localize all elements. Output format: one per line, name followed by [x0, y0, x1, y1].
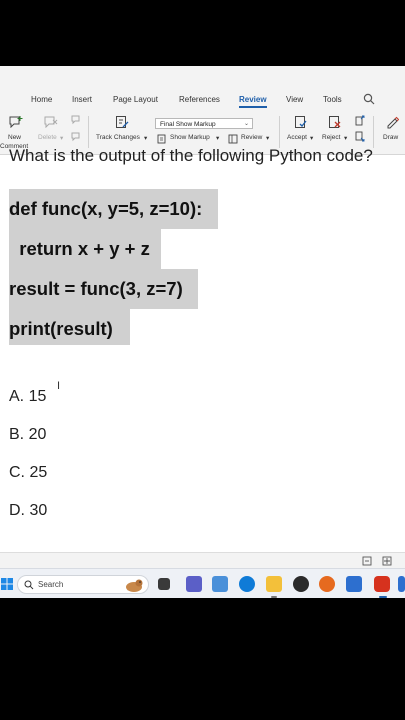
- teams-icon[interactable]: [186, 576, 202, 592]
- read-mode-icon[interactable]: [362, 556, 372, 566]
- tab-insert[interactable]: Insert: [72, 95, 92, 104]
- taskbar-search-box[interactable]: Search: [17, 575, 149, 594]
- app-window: Home Insert Page Layout References Revie…: [0, 66, 405, 598]
- show-markup-chevron-icon[interactable]: ▾: [216, 134, 219, 142]
- search-icon[interactable]: [363, 93, 375, 105]
- answer-option-b: B. 20: [9, 426, 47, 443]
- track-changes-label[interactable]: Track Changes: [96, 134, 140, 141]
- windows-start-icon[interactable]: [1, 578, 13, 590]
- tab-references[interactable]: References: [179, 95, 220, 104]
- chatgpt-app-icon[interactable]: [293, 576, 309, 592]
- taskbar: Search: [0, 568, 405, 598]
- accept-label[interactable]: Accept: [287, 134, 307, 141]
- search-icon: [24, 580, 34, 590]
- previous-change-icon[interactable]: [355, 115, 366, 126]
- ribbon-separator: [373, 116, 374, 148]
- answer-option-d: D. 30: [9, 502, 48, 519]
- tray-app-icon[interactable]: [398, 576, 405, 592]
- reject-icon[interactable]: [328, 115, 342, 129]
- firefox-icon[interactable]: [319, 576, 335, 592]
- question-text: What is the output of the following Pyth…: [9, 146, 373, 165]
- taskbar-search-placeholder: Search: [38, 580, 64, 589]
- show-markup-icon[interactable]: [157, 134, 167, 144]
- new-comment-icon[interactable]: [9, 116, 23, 128]
- review-pane-icon[interactable]: [228, 134, 238, 144]
- status-bar: [0, 552, 405, 569]
- answer-option-a: A. 15: [9, 388, 47, 405]
- previous-comment-icon: [71, 115, 80, 125]
- file-explorer-icon[interactable]: [266, 576, 282, 592]
- accept-chevron-icon[interactable]: ▾: [310, 134, 313, 142]
- track-changes-icon[interactable]: [115, 115, 129, 129]
- new-comment-label[interactable]: New: [8, 134, 21, 141]
- track-changes-chevron-icon[interactable]: ▾: [144, 134, 147, 142]
- answer-option-c: C. 25: [9, 464, 48, 481]
- code-line: return x + y + z: [9, 229, 161, 269]
- reject-chevron-icon[interactable]: ▾: [344, 134, 347, 142]
- show-markup-label[interactable]: Show Markup: [170, 134, 210, 141]
- next-comment-icon: [71, 132, 80, 142]
- draw-label[interactable]: Draw: [383, 134, 398, 141]
- edge-browser-icon[interactable]: [239, 576, 255, 592]
- tab-tools[interactable]: Tools: [323, 95, 342, 104]
- markup-mode-select[interactable]: Final Show Markup ⌄: [155, 118, 253, 129]
- document-page[interactable]: What is the output of the following Pyth…: [0, 146, 405, 580]
- ribbon-tab-bar: Home Insert Page Layout References Revie…: [0, 66, 405, 110]
- wps-office-icon[interactable]: [374, 576, 390, 592]
- review-pane-chevron-icon[interactable]: ▾: [266, 134, 269, 142]
- draw-pen-icon[interactable]: [385, 115, 399, 129]
- tab-home[interactable]: Home: [31, 95, 52, 104]
- code-line: result = func(3, z=7): [9, 269, 198, 309]
- review-pane-label[interactable]: Review: [241, 134, 262, 141]
- reject-label[interactable]: Reject: [322, 134, 340, 141]
- store-icon[interactable]: [346, 576, 362, 592]
- delete-comment-icon: [44, 116, 58, 128]
- ribbon-separator: [279, 116, 280, 148]
- widgets-icon[interactable]: [212, 576, 228, 592]
- search-highlight-dog-icon: [126, 579, 143, 592]
- print-layout-icon[interactable]: [382, 556, 392, 566]
- ribbon-separator: [88, 116, 89, 148]
- task-view-icon[interactable]: [158, 578, 170, 590]
- next-change-icon[interactable]: [355, 131, 366, 142]
- tab-page-layout[interactable]: Page Layout: [113, 95, 158, 104]
- code-line: def func(x, y=5, z=10):: [9, 189, 218, 229]
- running-indicator: [271, 596, 277, 598]
- chevron-down-icon: ⌄: [243, 121, 249, 127]
- delete-label: Delete: [38, 134, 57, 141]
- delete-chevron-icon: ▾: [60, 135, 64, 142]
- markup-mode-value: Final Show Markup: [160, 121, 216, 128]
- accept-icon[interactable]: [294, 115, 308, 129]
- active-indicator: [379, 596, 387, 598]
- tab-view[interactable]: View: [286, 95, 303, 104]
- tab-review[interactable]: Review: [239, 95, 267, 108]
- text-cursor-icon: I: [57, 380, 61, 392]
- code-line: print(result): [9, 309, 130, 345]
